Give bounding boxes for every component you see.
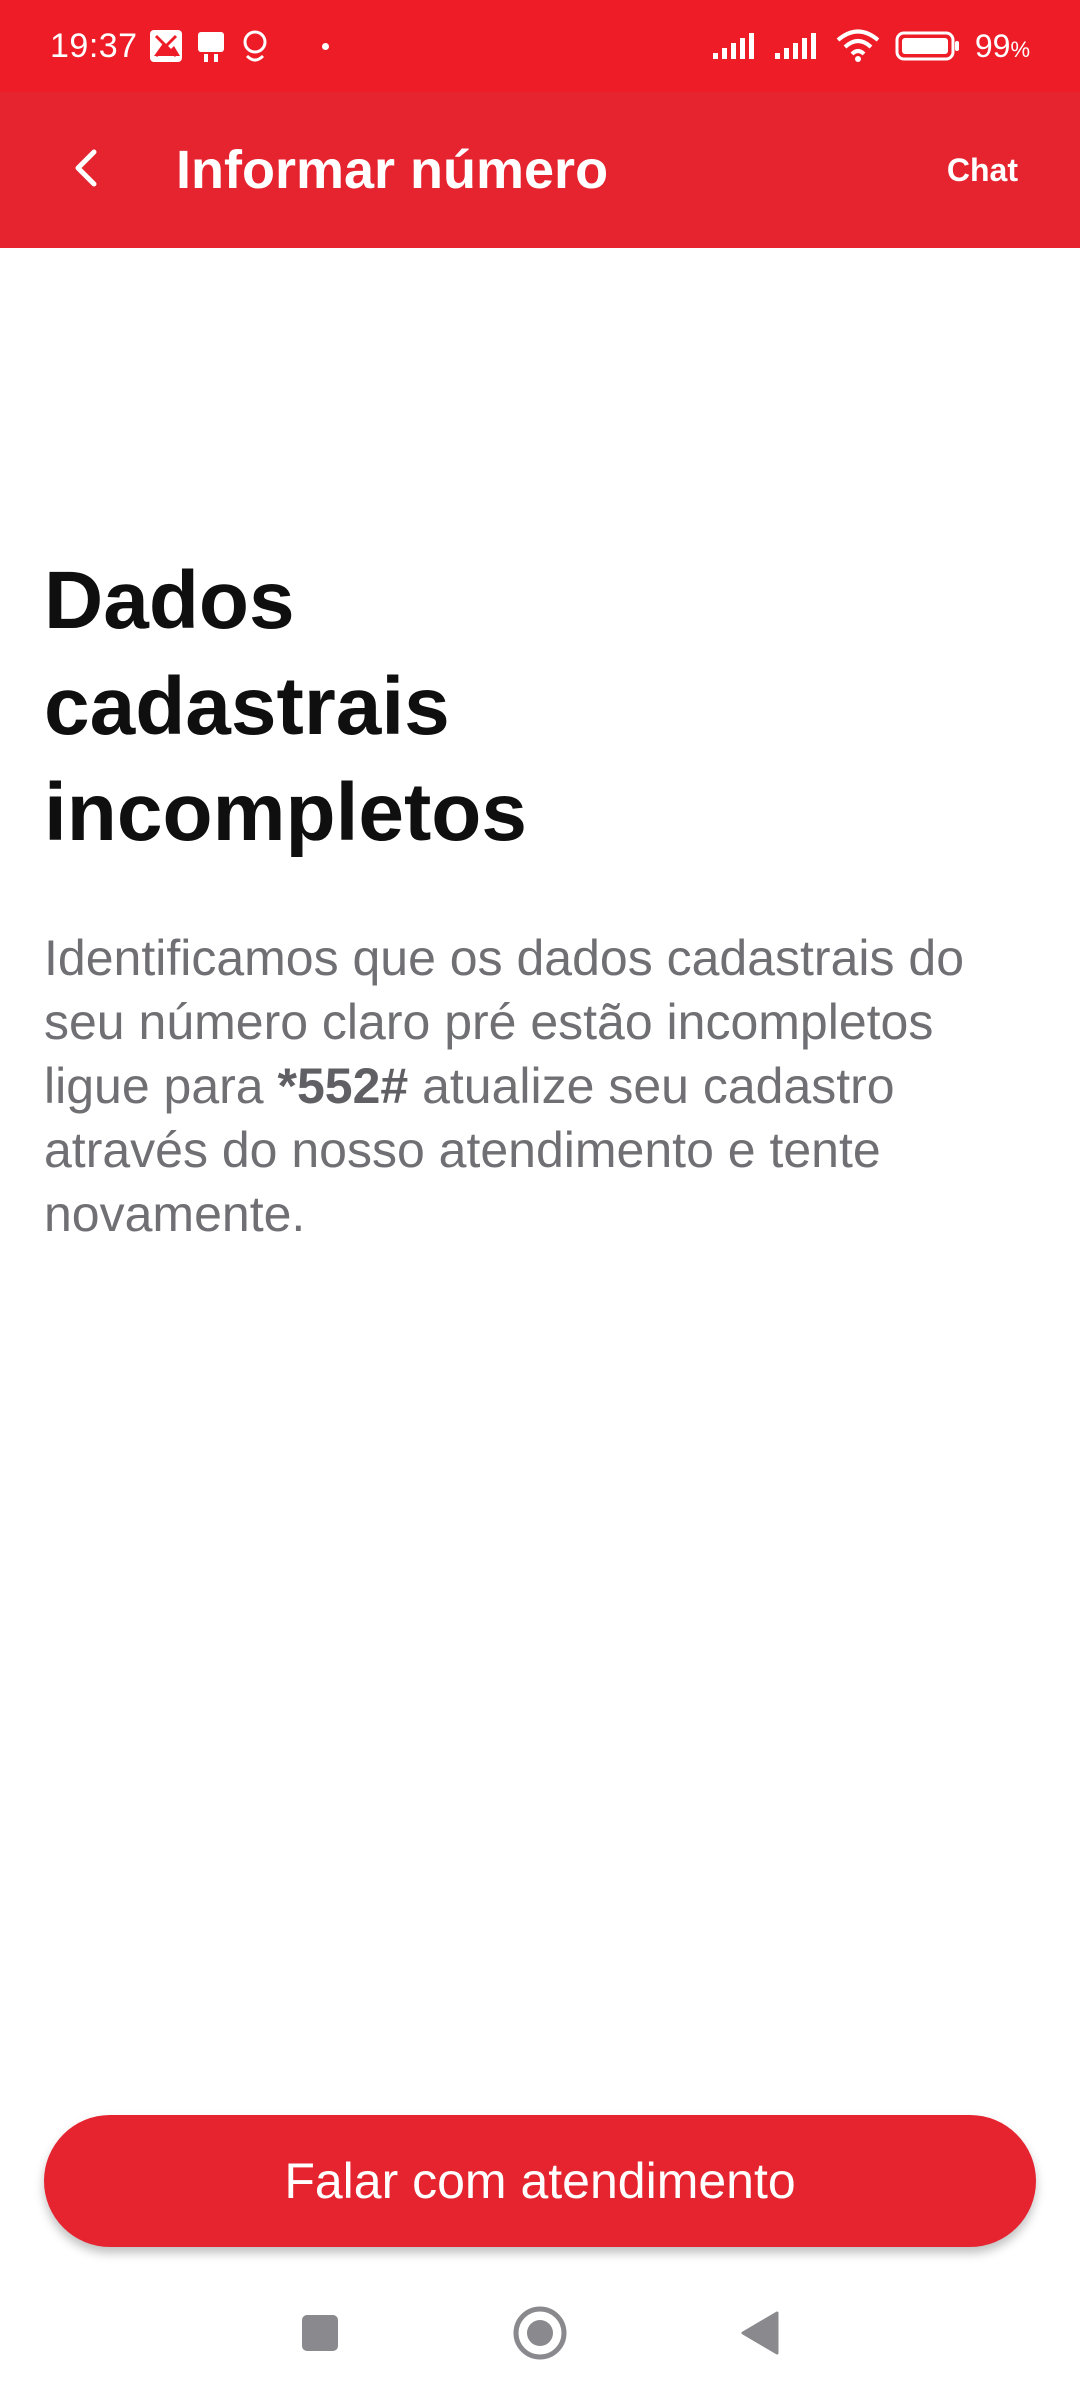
system-nav-bar	[0, 2270, 1080, 2400]
status-time: 19:37	[50, 26, 138, 65]
signal-icon-2	[773, 31, 821, 61]
ussd-code: *552#	[277, 1058, 409, 1114]
app-bar: Informar número Chat	[0, 92, 1080, 248]
talk-to-support-button[interactable]: Falar com atendimento	[44, 2115, 1036, 2247]
wifi-icon	[835, 29, 881, 63]
notification-icon	[194, 28, 228, 64]
circle-icon	[512, 2305, 568, 2366]
home-button[interactable]	[505, 2300, 575, 2370]
status-left: 19:37	[50, 27, 329, 66]
main-content: Dados cadastrais incompletos Identificam…	[44, 548, 1034, 1246]
status-right: 99%	[711, 28, 1030, 65]
gallery-icon	[148, 28, 184, 64]
nav-back-button[interactable]	[725, 2300, 795, 2370]
page-title-appbar: Informar número	[176, 140, 609, 200]
chevron-left-icon	[66, 144, 106, 197]
battery-icon	[895, 30, 961, 62]
page-message: Identificamos que os dados cadastrais do…	[44, 926, 1034, 1246]
status-bar: 19:37 99%	[0, 0, 1080, 92]
battery-unit: %	[1010, 36, 1030, 62]
signal-icon	[711, 31, 759, 61]
chat-button[interactable]: Chat	[947, 152, 1018, 189]
notification-dot-icon	[321, 42, 329, 50]
battery-percent: 99%	[974, 27, 1030, 64]
location-icon	[238, 28, 272, 64]
recents-button[interactable]	[285, 2300, 355, 2370]
triangle-back-icon	[739, 2310, 781, 2361]
page-title: Dados cadastrais incompletos	[44, 555, 527, 858]
square-icon	[300, 2313, 340, 2358]
back-button[interactable]	[36, 120, 136, 220]
